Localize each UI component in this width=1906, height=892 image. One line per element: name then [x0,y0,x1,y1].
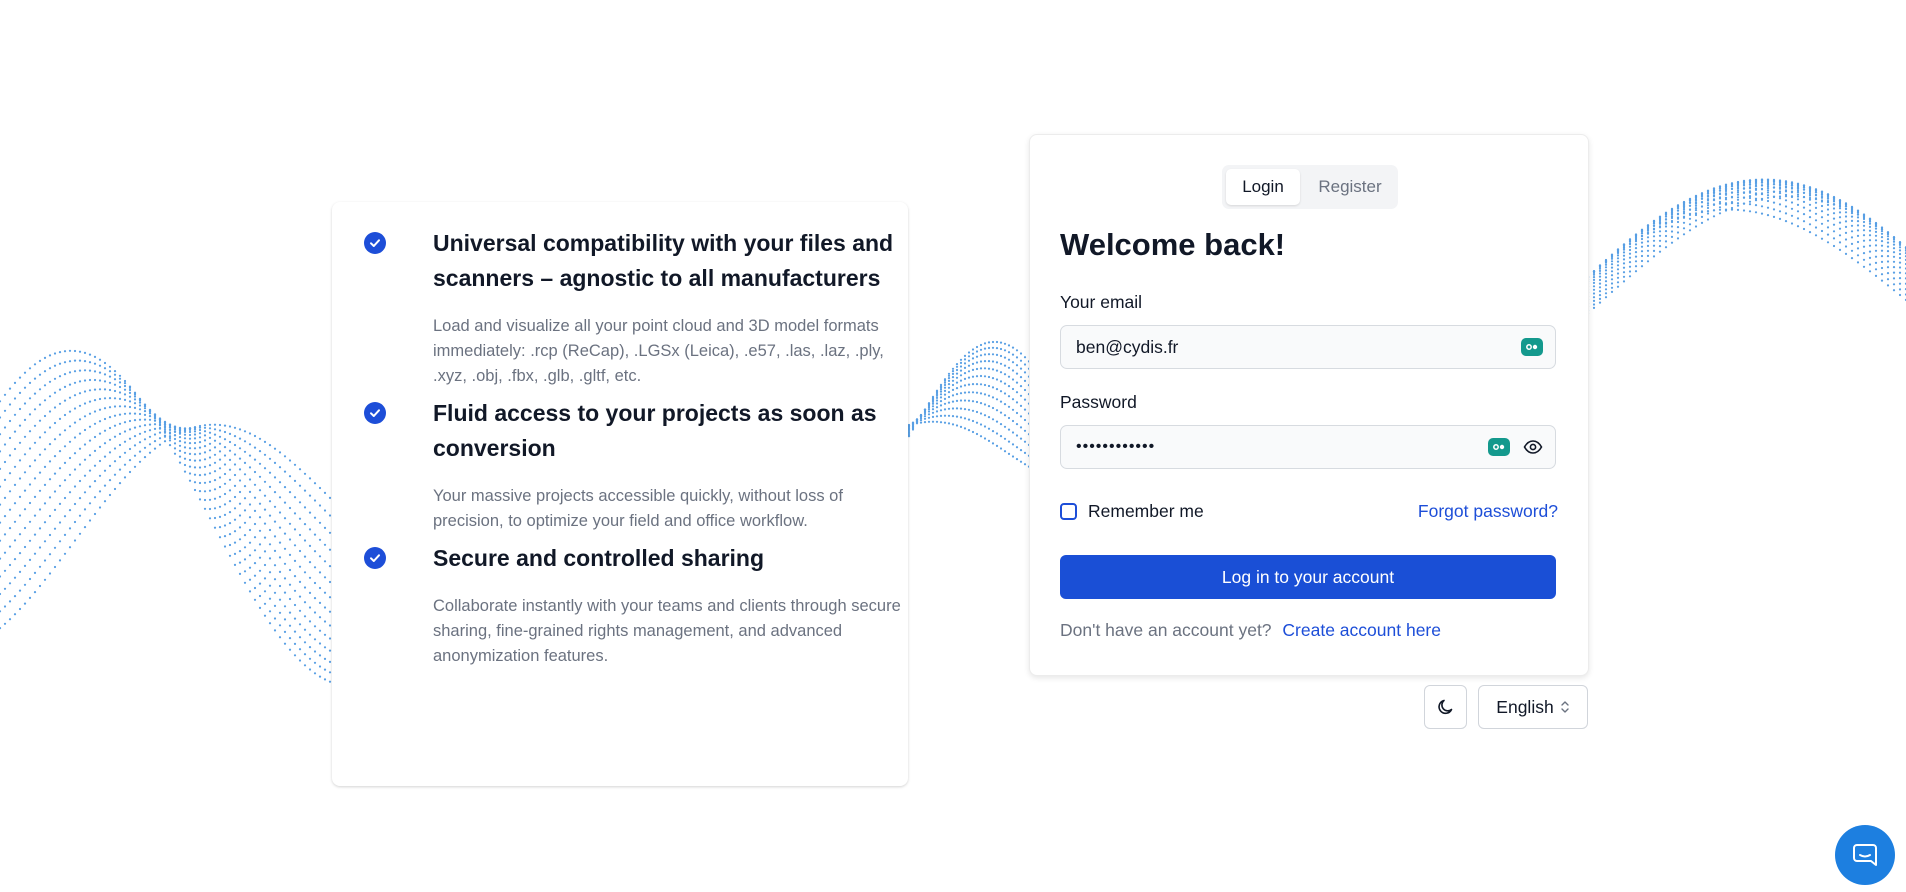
login-button[interactable]: Log in to your account [1060,555,1556,599]
chevron-up-down-icon [1561,701,1569,713]
password-manager-icon[interactable] [1521,338,1543,356]
password-label: Password [1060,392,1137,412]
remember-me: Remember me [1060,501,1204,522]
eye-icon[interactable] [1523,438,1543,456]
features-card: Universal compatibility with your files … [332,202,908,786]
tab-register[interactable]: Register [1304,169,1396,205]
check-circle-icon [364,402,386,424]
chat-widget-button[interactable] [1835,825,1895,885]
remember-me-label: Remember me [1088,501,1204,521]
moon-icon [1437,699,1452,715]
language-value: English [1496,696,1554,717]
create-account-link[interactable]: Create account here [1282,620,1441,640]
forgot-password-link[interactable]: Forgot password? [1418,501,1558,522]
email-field[interactable]: ben@cydis.fr [1060,325,1556,369]
login-card: Login Register Welcome back! Your email … [1029,134,1589,676]
no-account-row: Don't have an account yet? Create accoun… [1060,620,1441,641]
feature-description: Load and visualize all your point cloud … [433,317,884,385]
chat-bubble-icon [1853,844,1877,866]
language-select[interactable]: English [1478,685,1588,729]
check-circle-icon [364,232,386,254]
feature-title: Secure and controlled sharing [433,545,765,571]
email-value: ben@cydis.fr [1076,337,1179,357]
password-manager-icon[interactable] [1488,438,1510,456]
password-field[interactable]: •••••••••••• [1060,425,1556,469]
tab-login[interactable]: Login [1226,169,1300,205]
feature-title: Fluid access to your projects as soon as… [433,400,877,461]
page-title: Welcome back! [1060,227,1286,262]
theme-toggle-button[interactable] [1424,685,1467,729]
email-label: Your email [1060,292,1143,312]
check-circle-icon [364,547,386,569]
feature-description: Collaborate instantly with your teams an… [433,597,901,665]
feature-description: Your massive projects accessible quickly… [433,487,843,530]
password-value: •••••••••••• [1076,438,1156,455]
feature-title: Universal compatibility with your files … [433,230,894,291]
remember-me-checkbox[interactable] [1060,503,1077,520]
auth-tabs: Login Register [1222,165,1398,209]
no-account-text: Don't have an account yet? [1060,620,1272,640]
point-cloud-wave-background [0,178,1906,683]
